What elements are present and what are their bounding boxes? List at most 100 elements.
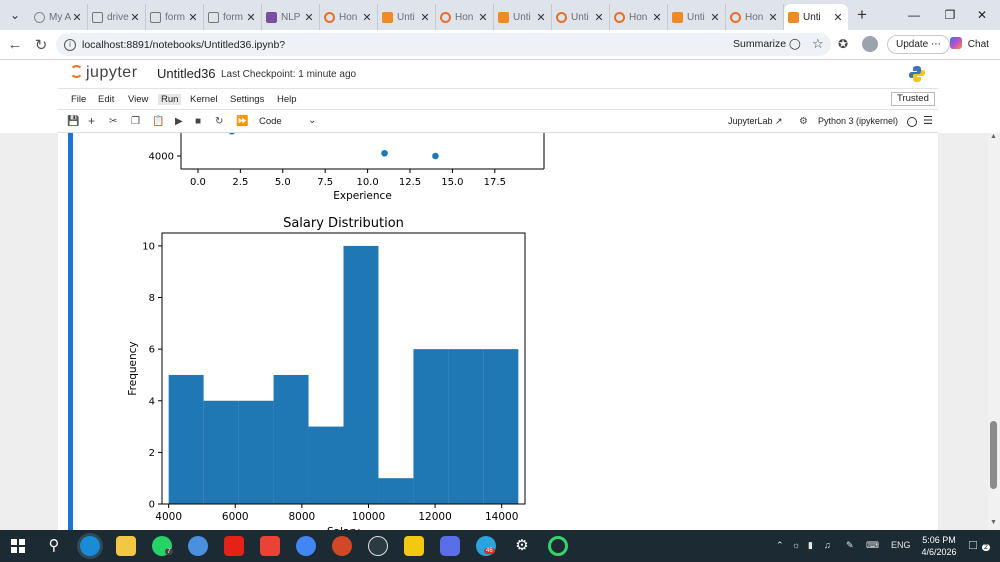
- copilot-chat-button[interactable]: Chat: [950, 37, 989, 50]
- tab-close-icon[interactable]: ✕: [832, 11, 844, 24]
- scatter-xtick-label: 10.0: [356, 177, 378, 188]
- tab-close-icon[interactable]: ✕: [651, 11, 663, 24]
- powerpoint-icon[interactable]: [332, 536, 352, 556]
- scrollbar-thumb[interactable]: [990, 421, 997, 489]
- tab-close-icon[interactable]: ✕: [535, 11, 547, 24]
- new-tab-button[interactable]: +: [848, 5, 876, 25]
- tab-close-icon[interactable]: ✕: [593, 11, 605, 24]
- browser-tab[interactable]: Hon ✕: [726, 4, 784, 30]
- settings-gear-icon[interactable]: ⚙: [512, 536, 532, 556]
- browser-tab[interactable]: Unti ✕: [784, 4, 848, 30]
- trusted-badge[interactable]: Trusted: [891, 92, 935, 106]
- update-button[interactable]: Update ⋯: [887, 35, 951, 54]
- search-icon[interactable]: ⚲: [44, 536, 64, 556]
- copy-icon[interactable]: ❐: [131, 116, 140, 127]
- loading-app-icon[interactable]: [548, 536, 568, 556]
- favorites-icon[interactable]: ✪: [838, 37, 848, 51]
- keyboard-icon[interactable]: ⌨: [866, 540, 879, 551]
- browser-tab[interactable]: form ✕: [204, 4, 262, 30]
- tab-close-icon[interactable]: ✕: [477, 11, 489, 24]
- restart-run-all-icon[interactable]: ⏩: [236, 116, 248, 127]
- bookmark-star-icon[interactable]: ☆: [812, 36, 824, 52]
- chrome-icon[interactable]: [188, 536, 208, 556]
- tab-close-icon[interactable]: ✕: [419, 11, 431, 24]
- language-indicator[interactable]: ENG: [891, 540, 911, 550]
- paste-icon[interactable]: 📋: [152, 116, 164, 127]
- restart-icon[interactable]: ↻: [215, 116, 223, 127]
- jupyterlab-link[interactable]: JupyterLab ↗: [728, 116, 783, 127]
- browser-tab[interactable]: Hon ✕: [610, 4, 668, 30]
- windows-start-icon[interactable]: [8, 536, 28, 556]
- notification-icon[interactable]: □: [969, 537, 977, 552]
- notebook-panel[interactable]: 0.0 2.5 5.0 7.5 10.0 12.5 15.0 17.5 4000 Experien…: [58, 133, 938, 530]
- google-icon[interactable]: [296, 536, 316, 556]
- menu-edit[interactable]: Edit: [98, 94, 114, 105]
- hamburger-menu-icon[interactable]: ☰: [923, 114, 933, 127]
- tab-close-icon[interactable]: ✕: [245, 11, 257, 24]
- browser-tab[interactable]: My A ✕: [30, 4, 88, 30]
- back-arrow-icon[interactable]: ←: [2, 36, 28, 53]
- edge-browser-icon[interactable]: [80, 536, 100, 556]
- browser-tab[interactable]: NLP ✕: [262, 4, 320, 30]
- scroll-down-arrow-icon[interactable]: ▼: [990, 519, 997, 526]
- browser-tab[interactable]: Unti ✕: [494, 4, 552, 30]
- stop-icon[interactable]: ■: [195, 116, 201, 127]
- pen-icon[interactable]: ✎: [846, 540, 854, 551]
- kernel-name[interactable]: Python 3 (ipykernel): [818, 116, 898, 126]
- browser-tab[interactable]: Unti ✕: [552, 4, 610, 30]
- run-icon[interactable]: ▶: [175, 116, 183, 127]
- menu-kernel[interactable]: Kernel: [190, 94, 217, 105]
- browser-tab[interactable]: Unti ✕: [668, 4, 726, 30]
- close-window-icon[interactable]: ✕: [964, 0, 1000, 30]
- page-scrollbar[interactable]: ▲ ▼: [988, 133, 1000, 530]
- active-cell-marker[interactable]: [68, 133, 73, 530]
- cell-type-select[interactable]: Code: [259, 116, 282, 127]
- tab-search-icon[interactable]: ⌄: [0, 0, 30, 30]
- jupyter-logo[interactable]: jupyter: [70, 64, 138, 82]
- minimize-icon[interactable]: —: [896, 0, 932, 30]
- volume-icon[interactable]: ♫: [824, 540, 831, 550]
- restore-icon[interactable]: ❐: [932, 0, 968, 30]
- notebook-title[interactable]: Untitled36: [157, 66, 216, 81]
- browser-tab[interactable]: Hon ✕: [436, 4, 494, 30]
- youtube-icon[interactable]: [224, 536, 244, 556]
- file-explorer-icon[interactable]: [116, 536, 136, 556]
- cut-icon[interactable]: ✂: [109, 116, 117, 127]
- chevron-down-icon[interactable]: ⌄: [308, 115, 316, 126]
- chatgpt-icon[interactable]: [368, 536, 388, 556]
- profile-avatar[interactable]: [862, 36, 878, 52]
- chevron-up-icon[interactable]: ⌃: [776, 540, 784, 551]
- menu-help[interactable]: Help: [277, 94, 297, 105]
- app-icon[interactable]: [440, 536, 460, 556]
- telegram-icon[interactable]: 46: [476, 536, 496, 556]
- menu-run[interactable]: Run: [158, 94, 182, 105]
- url-input[interactable]: i localhost:8891/notebooks/Untitled36.ip…: [56, 33, 831, 56]
- system-clock[interactable]: 5:06 PM 4/6/2026: [917, 534, 961, 558]
- add-cell-icon[interactable]: +: [88, 114, 95, 128]
- site-info-icon[interactable]: i: [64, 38, 76, 51]
- tab-close-icon[interactable]: ✕: [129, 11, 141, 24]
- gear-icon[interactable]: ⚙: [799, 116, 808, 127]
- menu-settings[interactable]: Settings: [230, 94, 264, 105]
- browser-tab[interactable]: drive ✕: [88, 4, 146, 30]
- tab-close-icon[interactable]: ✕: [71, 11, 83, 24]
- whatsapp-icon[interactable]: 7: [152, 536, 173, 556]
- save-icon[interactable]: 💾: [67, 116, 79, 127]
- gmail-icon[interactable]: [260, 536, 280, 556]
- tab-close-icon[interactable]: ✕: [187, 11, 199, 24]
- network-icon[interactable]: ☼: [792, 540, 800, 550]
- tab-close-icon[interactable]: ✕: [361, 11, 373, 24]
- browser-tab[interactable]: form ✕: [146, 4, 204, 30]
- browser-tab[interactable]: Unti ✕: [378, 4, 436, 30]
- browser-tab[interactable]: Hon ✕: [320, 4, 378, 30]
- menu-view[interactable]: View: [128, 94, 148, 105]
- tab-close-icon[interactable]: ✕: [709, 11, 721, 24]
- tab-close-icon[interactable]: ✕: [767, 11, 779, 24]
- power-bi-icon[interactable]: [404, 536, 424, 556]
- reload-icon[interactable]: ↻: [28, 36, 54, 54]
- summarize-button[interactable]: Summarize ◯: [733, 38, 801, 50]
- scroll-up-arrow-icon[interactable]: ▲: [990, 133, 997, 140]
- battery-icon[interactable]: ▮: [808, 540, 813, 551]
- tab-close-icon[interactable]: ✕: [303, 11, 315, 24]
- menu-file[interactable]: File: [71, 94, 86, 105]
